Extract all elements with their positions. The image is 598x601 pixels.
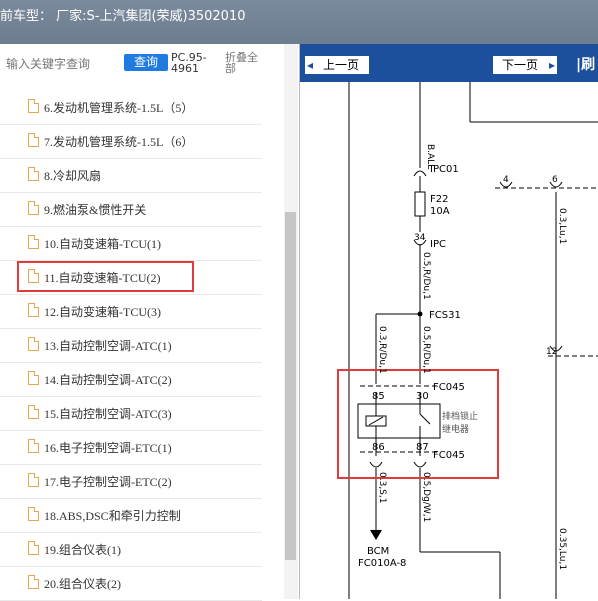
tree-item[interactable]: 18.ABS,DSC和牵引力控制 <box>0 498 262 533</box>
label-relay-name2: 继电器 <box>442 423 469 435</box>
label-pin30: 30 <box>416 391 429 402</box>
tree-item[interactable]: 19.组合仪表(1) <box>0 532 262 567</box>
prev-page-label: 上一页 <box>322 58 359 72</box>
label-wire2: 0.3,R/Du,1 <box>377 326 387 374</box>
tree-item[interactable]: 10.自动变速箱-TCU(1) <box>0 226 262 261</box>
label-pin6: 6 <box>552 175 558 185</box>
wiring-diagram: B.ALL IPC01 F22 10A 34 IPC 0.5,R/Du,1 FC… <box>337 82 598 599</box>
document-icon <box>28 473 39 487</box>
document-icon <box>28 439 39 453</box>
label-relay-name1: 排档锁止 <box>442 410 478 422</box>
pc-code-label: PC.95-4961 <box>171 51 207 75</box>
label-fuse: F22 <box>430 194 448 205</box>
search-row: 查询 PC.95-4961 折叠全部 <box>0 44 299 86</box>
tree-item[interactable]: 12.自动变速箱-TCU(3) <box>0 294 262 329</box>
document-icon <box>28 303 39 317</box>
tree-item[interactable]: 9.燃油泵&惯性开关 <box>0 192 262 227</box>
label-ipc: IPC <box>430 239 446 250</box>
tree-item[interactable]: 20.组合仪表(2) <box>0 566 262 601</box>
tree-item[interactable]: 17.电子控制空调-ETC(2) <box>0 464 262 499</box>
label-pin4: 4 <box>503 175 509 185</box>
tree-item-label: 17.电子控制空调-ETC(2) <box>44 475 172 489</box>
prev-page-button[interactable]: ◂ 上一页 <box>304 55 370 75</box>
tree-item-label: 16.电子控制空调-ETC(1) <box>44 441 172 455</box>
tree-item[interactable]: 14.自动控制空调-ATC(2) <box>0 362 262 397</box>
document-icon <box>28 133 39 147</box>
document-icon <box>28 99 39 113</box>
viewer-toolbar: ◂ 上一页 下一页 ▸ |刷 <box>300 44 598 82</box>
tree-item-label: 10.自动变速箱-TCU(1) <box>44 237 161 251</box>
selected-item-highlight <box>17 261 194 292</box>
label-wire3: 0.5,R/Du,1 <box>421 326 431 374</box>
ipc01-connector <box>413 170 427 177</box>
document-icon <box>28 337 39 351</box>
label-pin85: 85 <box>372 391 385 402</box>
tree-item-label: 19.组合仪表(1) <box>44 543 121 557</box>
tree-item-label: 20.组合仪表(2) <box>44 577 121 591</box>
tree-item-label: 14.自动控制空调-ATC(2) <box>44 373 172 387</box>
title-bar: 前车型： 厂家:S-上汽集团(荣威)3502010 <box>0 0 598 44</box>
label-fuse-amp: 10A <box>430 206 450 217</box>
diagram-viewer: ◂ 上一页 下一页 ▸ |刷 B.ALL IPC01 F22 10A 34 IP… <box>300 44 598 599</box>
collapse-all-link[interactable]: 折叠全部 <box>225 52 265 74</box>
label-pin34: 34 <box>414 233 426 243</box>
label-bcm: BCM <box>367 546 389 557</box>
label-fc045-bottom: FC045 <box>433 450 465 461</box>
label-pin12: 12 <box>546 347 557 357</box>
label-pin87: 87 <box>416 442 429 453</box>
document-icon <box>28 371 39 385</box>
tree-scrollbar-thumb[interactable] <box>285 212 296 560</box>
document-icon <box>28 507 39 521</box>
search-input[interactable] <box>4 56 126 72</box>
next-page-label: 下一页 <box>501 58 538 72</box>
viewer-toolbar-tail: |刷 <box>576 57 596 73</box>
search-button[interactable]: 查询 <box>124 54 168 71</box>
label-fcs31: FCS31 <box>429 310 461 321</box>
label-fc045-top: FC045 <box>433 382 465 393</box>
tree-item-label: 15.自动控制空调-ATC(3) <box>44 407 172 421</box>
document-icon <box>28 235 39 249</box>
tree-item-label: 7.发动机管理系统-1.5L（6） <box>44 135 194 149</box>
label-wire1: 0.5,R/Du,1 <box>421 252 431 300</box>
document-icon <box>28 541 39 555</box>
label-wire5: 0.5,Dg/W,1 <box>421 472 431 522</box>
next-page-button[interactable]: 下一页 ▸ <box>492 55 558 75</box>
document-icon <box>28 167 39 181</box>
next-arrow-icon: ▸ <box>548 58 555 72</box>
label-ipc01: IPC01 <box>430 164 459 175</box>
left-panel: 查询 PC.95-4961 折叠全部 6.发动机管理系统-1.5L（5） 7.发动… <box>0 44 300 601</box>
document-icon <box>28 405 39 419</box>
label-pin86: 86 <box>372 442 385 453</box>
tree-item[interactable]: 7.发动机管理系统-1.5L（6） <box>0 124 262 159</box>
tree-item-label: 6.发动机管理系统-1.5L（5） <box>44 101 194 115</box>
tree-item-label: 18.ABS,DSC和牵引力控制 <box>44 509 181 523</box>
document-icon <box>28 201 39 215</box>
label-wire6: 0.3,Lu,1 <box>557 208 567 244</box>
tree-item[interactable]: 13.自动控制空调-ATC(1) <box>0 328 262 363</box>
tree-item-label: 8.冷却风扇 <box>44 169 102 183</box>
tree-item[interactable]: 15.自动控制空调-ATC(3) <box>0 396 262 431</box>
tree-item[interactable]: 16.电子控制空调-ETC(1) <box>0 430 262 465</box>
window-title: 前车型： 厂家:S-上汽集团(荣威)3502010 <box>0 9 246 24</box>
tree-item[interactable]: 8.冷却风扇 <box>0 158 262 193</box>
label-wire4: 0.3,S,1 <box>377 472 387 503</box>
label-bcm-pin: FC010A-8 <box>358 558 406 569</box>
tree-item-label: 13.自动控制空调-ATC(1) <box>44 339 172 353</box>
label-wire7: 0.35,Lu,1 <box>557 528 567 570</box>
prev-arrow-icon: ◂ <box>307 58 314 72</box>
fuse-icon <box>414 191 426 217</box>
document-icon <box>28 575 39 589</box>
bcm-arrow-icon <box>370 530 382 540</box>
tree-item[interactable]: 6.发动机管理系统-1.5L（5） <box>0 90 262 125</box>
tree-item-label: 9.燃油泵&惯性开关 <box>44 203 147 217</box>
tree-item-label: 12.自动变速箱-TCU(3) <box>44 305 161 319</box>
